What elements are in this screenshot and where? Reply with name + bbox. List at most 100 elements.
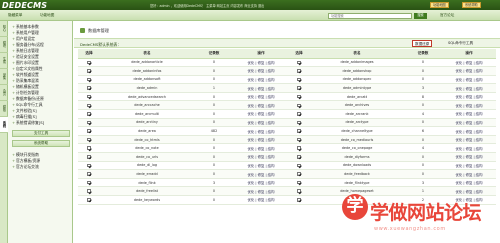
select-cell[interactable] — [288, 186, 310, 196]
select-cell[interactable] — [288, 178, 310, 188]
search-button[interactable]: 搜索 — [414, 12, 427, 19]
vtab-collect[interactable]: 采集 — [0, 69, 8, 85]
row-checkbox[interactable] — [87, 180, 91, 185]
ops-links[interactable]: 优化 | 修复 | 结构 — [234, 161, 288, 171]
select-cell[interactable] — [288, 100, 310, 111]
row-checkbox[interactable] — [87, 77, 91, 82]
ops-links[interactable]: 优化 | 修复 | 结构 — [234, 152, 288, 162]
ops-links[interactable]: 优化 | 修复 | 结构 — [234, 92, 288, 102]
ops-links[interactable]: 优化 | 修复 | 结构 — [234, 186, 288, 196]
system-help-button[interactable]: 系统帮助 — [462, 1, 481, 8]
sidebar-item[interactable]: +官方论坛交流 — [12, 164, 39, 170]
select-cell[interactable] — [78, 143, 100, 154]
ops-links[interactable]: 优化 | 修复 | 结构 — [234, 83, 288, 93]
row-checkbox[interactable] — [87, 86, 91, 90]
select-cell[interactable] — [288, 161, 310, 171]
row-checkbox[interactable] — [297, 155, 301, 159]
row-checkbox[interactable] — [87, 94, 91, 99]
row-checkbox[interactable] — [297, 146, 301, 150]
select-cell[interactable] — [288, 195, 310, 205]
row-checkbox[interactable] — [297, 69, 301, 73]
row-checkbox[interactable] — [297, 86, 301, 90]
select-cell[interactable] — [78, 58, 100, 68]
select-cell[interactable] — [288, 118, 310, 128]
select-cell[interactable] — [78, 178, 100, 188]
data-restore-button[interactable]: 数据还原 — [412, 40, 433, 47]
ops-links[interactable]: 优化 | 修复 | 结构 — [442, 161, 496, 171]
select-cell[interactable] — [288, 83, 310, 93]
sidebar-section-pay-tools[interactable]: 支付工具 — [12, 130, 70, 137]
ops-links[interactable]: 优化 | 修复 | 结构 — [234, 100, 288, 111]
ops-links[interactable]: 优化 | 修复 | 结构 — [442, 75, 496, 85]
row-checkbox[interactable] — [297, 120, 301, 125]
row-checkbox[interactable] — [87, 120, 91, 125]
select-cell[interactable] — [78, 109, 100, 119]
select-cell[interactable] — [288, 169, 310, 179]
vtab-system[interactable]: 系统 — [0, 117, 8, 133]
row-checkbox[interactable] — [297, 172, 301, 176]
function-map-link[interactable]: 功能地图 — [40, 13, 54, 18]
row-checkbox[interactable] — [297, 60, 301, 65]
select-cell[interactable] — [288, 126, 310, 136]
ops-links[interactable]: 优化 | 修复 | 结构 — [442, 66, 496, 76]
row-checkbox[interactable] — [87, 103, 91, 108]
row-checkbox[interactable] — [297, 77, 301, 82]
ops-links[interactable]: 优化 | 修复 | 结构 — [442, 118, 496, 128]
hide-menu-link[interactable]: 隐藏菜单 — [8, 13, 22, 18]
ops-links[interactable]: 优化 | 修复 | 结构 — [442, 126, 496, 136]
select-cell[interactable] — [78, 161, 100, 171]
row-checkbox[interactable] — [297, 198, 301, 202]
vtab-templates[interactable]: 模板 — [0, 101, 8, 117]
vtab-generate[interactable]: 生成 — [0, 53, 8, 69]
ops-links[interactable]: 优化 | 修复 | 结构 — [442, 92, 496, 102]
row-checkbox[interactable] — [87, 163, 91, 168]
select-cell[interactable] — [78, 135, 100, 145]
select-cell[interactable] — [78, 66, 100, 76]
select-cell[interactable] — [288, 58, 310, 68]
select-cell[interactable] — [288, 66, 310, 76]
row-checkbox[interactable] — [87, 198, 91, 202]
ops-links[interactable]: 优化 | 修复 | 结构 — [442, 83, 496, 93]
select-cell[interactable] — [78, 92, 100, 102]
ops-links[interactable]: 优化 | 修复 | 结构 — [234, 109, 288, 119]
row-checkbox[interactable] — [297, 103, 301, 108]
ops-links[interactable]: 优化 | 修复 | 结构 — [234, 143, 288, 154]
ops-links[interactable]: 优化 | 修复 | 结构 — [234, 75, 288, 85]
ops-links[interactable]: 优化 | 修复 | 结构 — [442, 109, 496, 119]
row-checkbox[interactable] — [297, 180, 301, 185]
select-cell[interactable] — [78, 169, 100, 179]
ops-links[interactable]: 优化 | 修复 | 结构 — [442, 178, 496, 188]
vtab-members[interactable]: 会员 — [0, 85, 8, 101]
ops-links[interactable]: 优化 | 修复 | 结构 — [442, 143, 496, 154]
select-cell[interactable] — [288, 109, 310, 119]
row-checkbox[interactable] — [87, 146, 91, 150]
row-checkbox[interactable] — [297, 137, 301, 142]
select-cell[interactable] — [288, 152, 310, 162]
row-checkbox[interactable] — [297, 112, 301, 116]
select-cell[interactable] — [288, 143, 310, 154]
vtab-core[interactable]: 核心 — [0, 21, 8, 37]
row-checkbox[interactable] — [87, 60, 91, 65]
top-nav-links[interactable]: 您好：admin ，欢迎使用DedeCMS！ 主菜单 网站主页 内容发布 商业支… — [150, 3, 264, 8]
function-map-button[interactable]: 功能地图 — [430, 1, 449, 8]
vtab-modules[interactable]: 模块 — [0, 37, 8, 53]
ops-links[interactable]: 优化 | 修复 | 结构 — [234, 169, 288, 179]
row-checkbox[interactable] — [87, 129, 91, 133]
select-cell[interactable] — [78, 118, 100, 128]
ops-links[interactable]: 优化 | 修复 | 结构 — [234, 66, 288, 76]
ops-links[interactable]: 优化 | 修复 | 结构 — [442, 58, 496, 68]
sql-tool-button[interactable]: SQL命令行工具 — [446, 40, 475, 47]
row-checkbox[interactable] — [87, 69, 91, 73]
select-cell[interactable] — [288, 135, 310, 145]
select-cell[interactable] — [78, 152, 100, 162]
sidebar-section-help[interactable]: 系统帮助 — [12, 140, 70, 147]
row-checkbox[interactable] — [87, 112, 91, 116]
select-cell[interactable] — [78, 75, 100, 85]
row-checkbox[interactable] — [297, 129, 301, 133]
select-cell[interactable] — [78, 83, 100, 93]
row-checkbox[interactable] — [87, 189, 91, 193]
row-checkbox[interactable] — [87, 137, 91, 142]
forum-link[interactable]: 官方论坛 — [440, 13, 454, 18]
ops-links[interactable]: 优化 | 修复 | 结构 — [442, 135, 496, 145]
ops-links[interactable]: 优化 | 修复 | 结构 — [442, 152, 496, 162]
